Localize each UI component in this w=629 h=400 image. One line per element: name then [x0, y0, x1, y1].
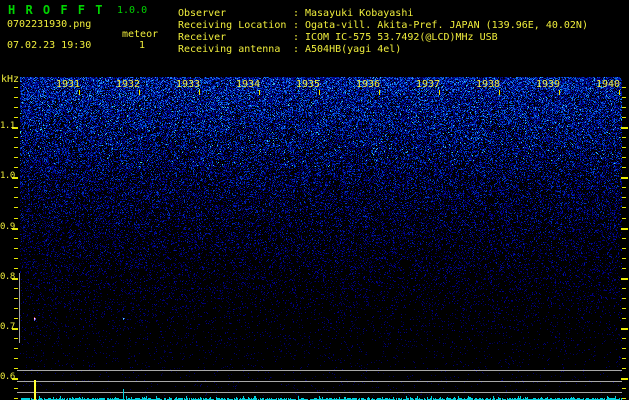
station-row-receiver: Receiver: ICOM IC-575 53.7492(@LCD)MHz US…: [178, 32, 498, 43]
info-label: Observer: [178, 8, 227, 19]
freq-axis-label: 0.7: [0, 322, 15, 332]
time-axis-label: 1934: [236, 79, 261, 90]
info-separator: :: [293, 32, 300, 43]
info-value: Ogata-vill. Akita-Pref. JAPAN (139.96E, …: [305, 20, 588, 31]
station-row-antenna: Receiving antenna: A504HB(yagi 4el): [178, 44, 401, 55]
freq-axis-label: 0.6: [0, 372, 15, 382]
app-version: 1.0.0: [117, 5, 148, 16]
time-axis-label: 1938: [476, 79, 501, 90]
time-axis-label: 1933: [176, 79, 201, 90]
time-axis-label: 1940: [596, 79, 621, 90]
info-value: ICOM IC-575 53.7492(@LCD)MHz USB: [305, 32, 498, 43]
info-value: A504HB(yagi 4el): [305, 44, 402, 55]
time-axis-label: 1935: [296, 79, 321, 90]
app-title: H R O F F T: [8, 3, 104, 17]
info-label: Receiver: [178, 32, 227, 43]
station-row-observer: Observer: Masayuki Kobayashi: [178, 8, 413, 19]
info-separator: :: [293, 20, 300, 31]
info-label: Receiving antenna: [178, 44, 281, 55]
station-row-location: Receiving Location: Ogata-vill. Akita-Pre…: [178, 20, 588, 31]
freq-axis-unit: kHz: [1, 74, 20, 85]
info-separator: :: [293, 8, 300, 19]
freq-axis-label: 0.8: [0, 272, 15, 282]
info-separator: :: [293, 44, 300, 55]
freq-axis-label: 0.9: [0, 222, 15, 232]
filename-label: 0702231930.png: [7, 19, 92, 30]
time-axis-label: 1939: [536, 79, 561, 90]
info-value: Masayuki Kobayashi: [305, 8, 414, 19]
hrofft-output-image: H R O F F T 1.0.0 0702231930.png meteor …: [0, 0, 629, 400]
datetime-label: 07.02.23 19:30: [7, 40, 92, 51]
info-label: Receiving Location: [178, 20, 287, 31]
time-axis-label: 1931: [56, 79, 81, 90]
freq-axis-label: 1.1: [0, 121, 15, 131]
time-axis-label: 1937: [416, 79, 441, 90]
meteor-count: 1: [139, 40, 146, 51]
time-axis-label: 1932: [116, 79, 141, 90]
freq-axis-label: 1.0: [0, 171, 15, 181]
mode-label: meteor: [122, 29, 159, 40]
spectrogram-canvas: [0, 0, 629, 400]
time-axis-label: 1936: [356, 79, 381, 90]
